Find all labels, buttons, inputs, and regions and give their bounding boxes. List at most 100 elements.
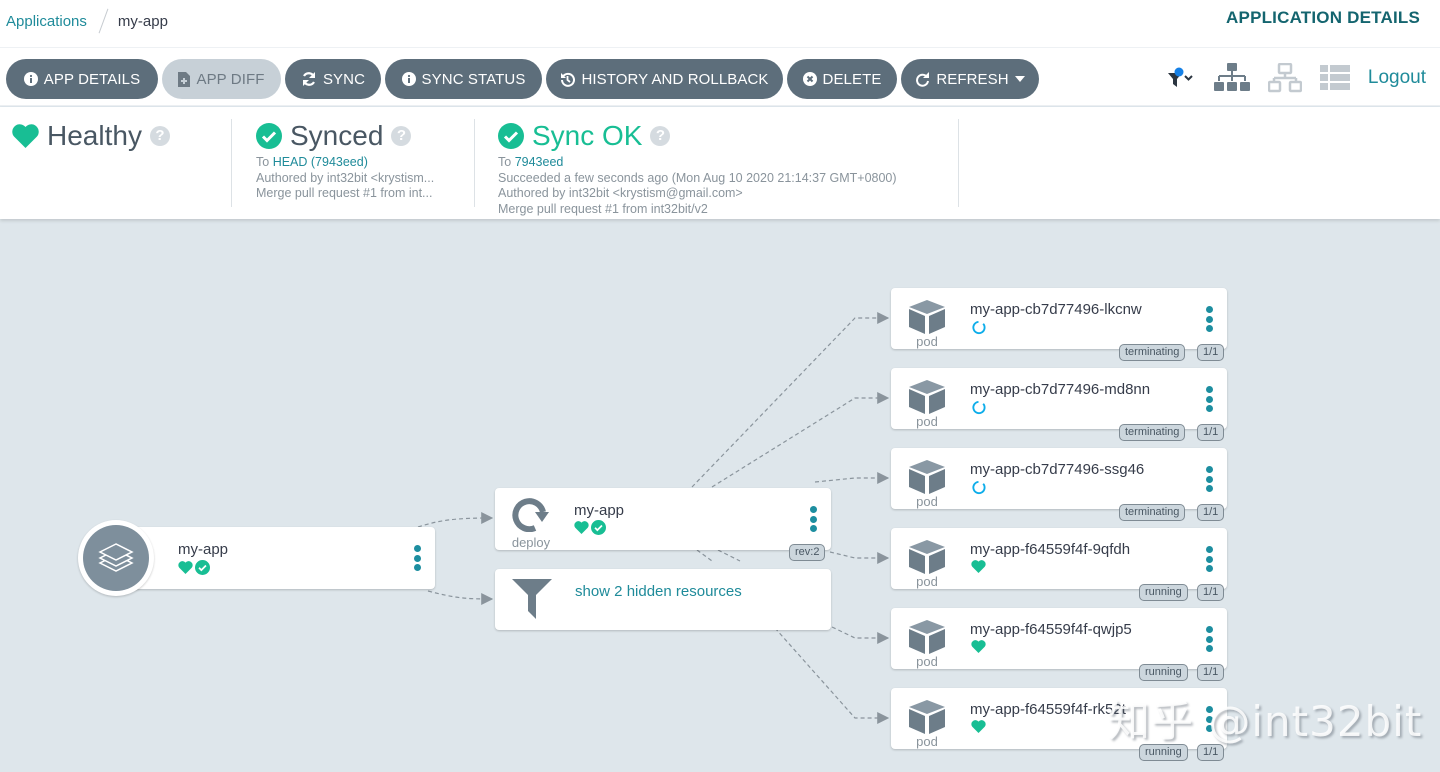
hidden-resources-node[interactable]: show 2 hidden resources <box>495 569 831 630</box>
revision-tag: rev:2 <box>789 544 826 561</box>
app-node-menu-button[interactable] <box>412 545 422 571</box>
divider <box>231 119 232 207</box>
refresh-button[interactable]: REFRESH <box>901 59 1039 99</box>
operation-message: Merge pull request #1 from int32bit/v2 <box>498 201 708 216</box>
deploy-kind-label: deploy <box>511 535 551 550</box>
list-view-icon[interactable] <box>1319 65 1350 91</box>
delete-label: DELETE <box>822 70 882 88</box>
pod-name: my-app-f64559f4f-rk52t <box>970 701 1126 718</box>
edge-deploy-pod-2 <box>711 392 890 488</box>
pod-node[interactable]: pod my-app-f64559f4f-9qfdh running 1/1 <box>891 528 1227 601</box>
app-node-name: my-app <box>178 541 229 558</box>
deploy-node-menu-button[interactable] <box>808 506 818 532</box>
app-node[interactable]: my-app <box>115 527 435 589</box>
pod-name: my-app-cb7d77496-lkcnw <box>970 301 1142 318</box>
pod-kind-label: pod <box>916 334 938 349</box>
edge-hidden-b <box>717 549 741 562</box>
pod-node[interactable]: pod my-app-cb7d77496-ssg46 terminating 1… <box>891 448 1227 521</box>
edge-deploy-pod-6 <box>774 627 890 724</box>
network-view-icon[interactable] <box>1267 63 1302 93</box>
status-strip: Healthy ? Synced ? To HEAD (7943eed) Aut… <box>0 107 1440 219</box>
view-tools: Logout <box>1166 60 1426 96</box>
divider <box>474 119 475 207</box>
health-status-label: Healthy <box>47 120 142 151</box>
delete-button[interactable]: DELETE <box>787 59 897 99</box>
pod-cube-icon <box>909 540 945 574</box>
pod-menu-button[interactable] <box>1204 306 1214 332</box>
pod-name: my-app-f64559f4f-9qfdh <box>970 541 1131 558</box>
pod-name: my-app-cb7d77496-ssg46 <box>970 461 1145 478</box>
pod-ready-tag: 1/1 <box>1197 424 1225 441</box>
operation-revision-link[interactable]: 7943eed <box>515 155 564 169</box>
app-diff-button[interactable]: APP DIFF <box>162 59 281 99</box>
sync-revision-link[interactable]: HEAD (7943eed) <box>273 155 368 169</box>
app-details-button[interactable]: APP DETAILS <box>6 59 158 99</box>
pod-status-tag: running <box>1139 584 1188 601</box>
filter-icon[interactable] <box>1166 67 1196 89</box>
app-details-label: APP DETAILS <box>43 70 141 88</box>
edge-deploy-pod-3 <box>814 472 890 484</box>
heart-icon <box>971 560 986 573</box>
progressing-spinner-icon <box>972 320 986 335</box>
check-circle-icon <box>256 123 282 149</box>
history-rollback-label: HISTORY AND ROLLBACK <box>581 70 769 88</box>
pod-kind-label: pod <box>916 414 938 429</box>
redo-icon <box>916 71 930 87</box>
info-circle-icon <box>401 72 416 86</box>
pod-menu-button[interactable] <box>1204 466 1214 492</box>
history-icon <box>561 72 576 87</box>
application-icon <box>78 520 154 596</box>
pod-node[interactable]: pod my-app-cb7d77496-md8nn terminating 1… <box>891 368 1227 441</box>
operation-result: Succeeded a few seconds ago (Mon Aug 10 … <box>498 170 897 185</box>
pod-node[interactable]: pod my-app-cb7d77496-lkcnw terminating 1… <box>891 288 1227 361</box>
pod-menu-button[interactable] <box>1204 626 1214 652</box>
to-prefix: To <box>256 155 270 169</box>
pod-kind-label: pod <box>916 494 938 509</box>
sync-status-panel: Synced ? To HEAD (7943eed) Authored by i… <box>256 119 456 202</box>
pod-node[interactable]: pod my-app-f64559f4f-qwjp5 running 1/1 <box>891 608 1227 681</box>
breadcrumb-separator <box>98 8 109 34</box>
sync-button[interactable]: SYNC <box>285 59 381 99</box>
operation-status-label: Sync OK <box>532 120 643 151</box>
sync-icon <box>302 72 315 86</box>
pod-status-tag: terminating <box>1119 344 1186 361</box>
edge-deploy-pod-1 <box>691 312 890 488</box>
pod-menu-button[interactable] <box>1204 386 1214 412</box>
breadcrumb-applications-link[interactable]: Applications <box>6 13 87 30</box>
edge-app-hidden <box>427 590 494 605</box>
heart-icon <box>12 124 39 148</box>
heart-icon <box>971 720 986 733</box>
deploy-node[interactable]: deploy my-app rev:2 <box>495 488 831 561</box>
operation-author: Authored by int32bit <krystism@gmail.com… <box>498 186 743 200</box>
pod-cube-icon <box>909 700 945 734</box>
resource-graph: my-app deploy my-app rev:2 show 2 hidden… <box>0 220 1440 772</box>
pod-status-tag: terminating <box>1119 424 1186 441</box>
sync-status-label: Synced <box>290 120 384 151</box>
show-hidden-resources-link[interactable]: show 2 hidden resources <box>575 583 742 600</box>
help-icon[interactable]: ? <box>149 126 170 146</box>
logout-link[interactable]: Logout <box>1368 67 1426 89</box>
page-title: APPLICATION DETAILS <box>1226 8 1420 27</box>
pod-kind-label: pod <box>916 574 938 589</box>
pod-status-tag: terminating <box>1119 504 1186 521</box>
pod-menu-button[interactable] <box>1204 546 1214 572</box>
tree-view-icon[interactable] <box>1213 63 1250 93</box>
caret-down-icon <box>1014 76 1025 82</box>
help-icon[interactable]: ? <box>391 126 412 146</box>
toolbar: APP DETAILS APP DIFF SYNC SYNC STATUS HI… <box>0 48 1440 106</box>
pod-kind-label: pod <box>916 654 938 669</box>
help-icon[interactable]: ? <box>650 126 671 146</box>
operation-status-panel: Sync OK ? To 7943eed Succeeded a few sec… <box>498 119 938 217</box>
layers-icon <box>98 543 134 572</box>
watermark: 知乎 @int32bit <box>1108 697 1423 746</box>
sync-status-button[interactable]: SYNC STATUS <box>385 59 542 99</box>
file-diff-icon <box>178 71 191 87</box>
pod-ready-tag: 1/1 <box>1197 584 1225 601</box>
top-bar: Applications my-app APPLICATION DETAILS <box>0 0 1440 48</box>
pod-cube-icon <box>909 300 945 334</box>
breadcrumb-current: my-app <box>117 12 168 30</box>
app-diff-label: APP DIFF <box>196 70 265 88</box>
progressing-spinner-icon <box>972 400 986 415</box>
check-circle-icon <box>498 123 524 149</box>
history-rollback-button[interactable]: HISTORY AND ROLLBACK <box>546 59 783 99</box>
